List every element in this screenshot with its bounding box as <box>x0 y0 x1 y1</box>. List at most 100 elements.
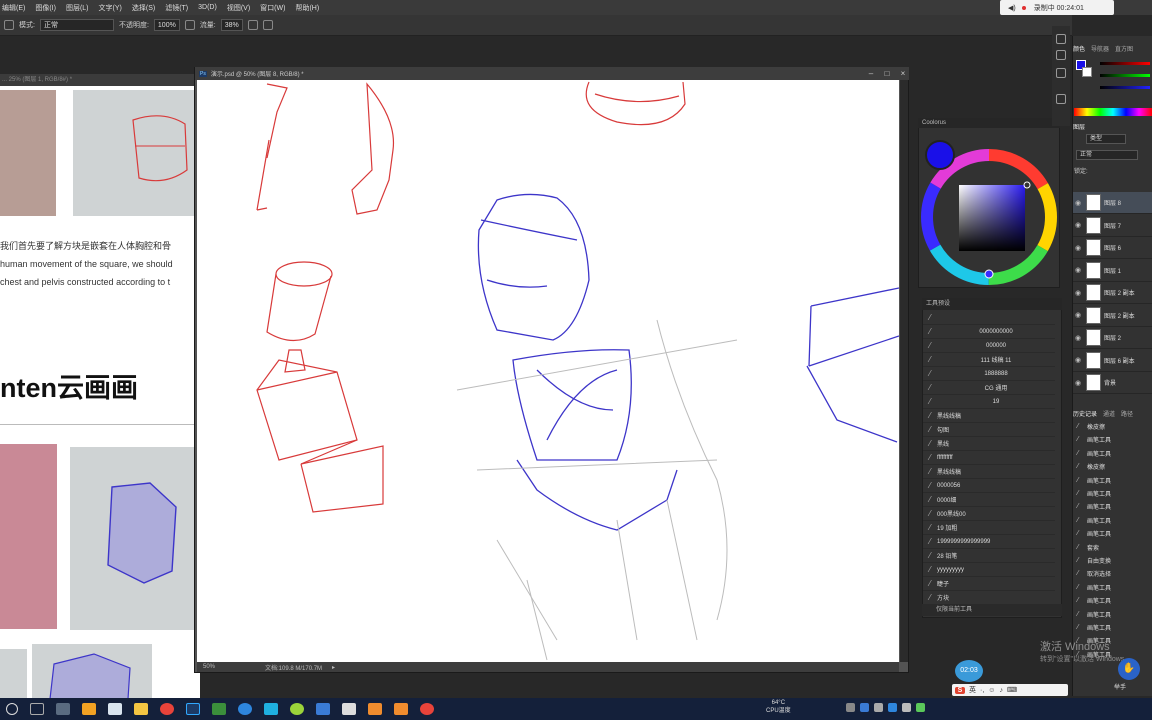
preset-item[interactable]: ⁄ 0000056 <box>923 479 1055 493</box>
layer-kind-filter[interactable]: 类型 <box>1086 134 1126 144</box>
ime-emoji-icon[interactable]: ☺ <box>988 687 995 694</box>
tab-paths[interactable]: 路径 <box>1121 409 1133 419</box>
menu-window[interactable]: 窗口(W) <box>260 3 285 13</box>
visibility-eye-icon[interactable]: ◉ <box>1073 311 1083 319</box>
green-slider[interactable] <box>1100 74 1150 77</box>
mode-select[interactable]: 正常 <box>39 19 114 31</box>
ime-punct-icon[interactable]: ·, <box>980 687 984 694</box>
blend-mode-select[interactable]: 正常 <box>1076 150 1138 160</box>
layer-row[interactable]: ◉ 图层 8 <box>1073 192 1152 214</box>
history-item[interactable]: ⁄ 画笔工具 <box>1073 433 1152 446</box>
layer-row[interactable]: ◉ 图层 2 <box>1073 327 1152 349</box>
tray-icon-4[interactable] <box>888 703 897 712</box>
app-green-icon[interactable] <box>290 703 304 715</box>
preset-item[interactable]: ⁄ yyyyyyyyy <box>923 563 1055 577</box>
layer-row[interactable]: ◉ 图层 6 <box>1073 237 1152 259</box>
menu-view[interactable]: 视图(V) <box>227 3 250 13</box>
app-orange-2-icon[interactable] <box>394 703 408 715</box>
preset-item[interactable]: ⁄ 000黑线00 <box>923 507 1055 521</box>
drawing-canvas[interactable] <box>197 80 899 662</box>
history-item[interactable]: ⁄ 画笔工具 <box>1073 474 1152 487</box>
app-v-icon[interactable] <box>264 703 278 715</box>
tab-layers[interactable]: 图层 <box>1073 122 1085 132</box>
preset-item[interactable]: ⁄ ffffffffff <box>923 451 1055 465</box>
menu-layer[interactable]: 图层(L) <box>66 3 89 13</box>
ime-toolbar[interactable]: S 英 ·, ☺ ♪ ⌨ <box>952 684 1068 696</box>
history-icon[interactable] <box>1056 34 1066 44</box>
opacity-input[interactable]: 100% <box>153 19 180 31</box>
preset-item[interactable]: ⁄ 0000细 <box>923 493 1055 507</box>
presets-footer[interactable]: 仅限当前工具 <box>922 604 1062 616</box>
visibility-eye-icon[interactable]: ◉ <box>1073 289 1083 297</box>
visibility-eye-icon[interactable]: ◉ <box>1073 221 1083 229</box>
history-item[interactable]: ⁄ 画笔工具 <box>1073 594 1152 607</box>
recorder-widget[interactable]: ◀) 录制中 00:24:01 <box>1000 0 1114 15</box>
layer-row[interactable]: ◉ 背景 <box>1073 372 1152 394</box>
history-item[interactable]: ⁄ 画笔工具 <box>1073 487 1152 500</box>
tray-icon-5[interactable] <box>902 703 911 712</box>
maximize-icon[interactable]: □ <box>881 69 893 78</box>
close-icon[interactable]: × <box>897 69 909 78</box>
tray-icon-2[interactable] <box>860 703 869 712</box>
layer-row[interactable]: ◉ 图层 1 <box>1073 260 1152 282</box>
app-blue-icon[interactable] <box>316 703 330 715</box>
history-item[interactable]: ⁄ 画笔工具 <box>1073 621 1152 634</box>
brush-icon[interactable] <box>1056 68 1066 78</box>
tray-icon-3[interactable] <box>874 703 883 712</box>
raise-hand-icon[interactable]: ✋ <box>1118 658 1140 680</box>
history-item[interactable]: ⁄ 画笔工具 <box>1073 500 1152 513</box>
canvas-vertical-scrollbar[interactable] <box>900 80 908 662</box>
app-pen-icon[interactable] <box>56 703 70 715</box>
menu-filter[interactable]: 滤镜(T) <box>165 3 188 13</box>
visibility-eye-icon[interactable]: ◉ <box>1073 334 1083 342</box>
preset-item[interactable]: ⁄ 黑线线稿 <box>923 409 1055 423</box>
brush-preset-icon[interactable] <box>4 20 14 30</box>
tool-presets-title[interactable]: 工具预设 <box>922 298 1062 310</box>
history-item[interactable]: ⁄ 橡皮擦 <box>1073 460 1152 473</box>
flow-input[interactable]: 38% <box>220 19 243 31</box>
tab-color[interactable]: 颜色 <box>1073 44 1085 54</box>
media-player-icon[interactable] <box>212 703 226 715</box>
preset-item[interactable]: ⁄ 方块 <box>923 591 1055 605</box>
history-item[interactable]: ⁄ 画笔工具 <box>1073 608 1152 621</box>
browser-icon[interactable] <box>238 703 252 715</box>
menu-edit[interactable]: 编辑(E) <box>2 3 25 13</box>
layer-row[interactable]: ◉ 图层 2 副本 <box>1073 305 1152 327</box>
preset-item[interactable]: ⁄ <box>923 311 1055 325</box>
preset-item[interactable]: ⁄ 111 线稿 11 <box>923 353 1055 367</box>
photoshop-taskbar-icon[interactable] <box>186 703 200 715</box>
tab-history[interactable]: 历史记录 <box>1073 409 1097 419</box>
tab-navigator[interactable]: 导航器 <box>1091 44 1109 54</box>
app-red-circle-icon[interactable] <box>420 703 434 715</box>
app-store-icon[interactable] <box>82 703 96 715</box>
history-item[interactable]: ⁄ 取消选择 <box>1073 567 1152 580</box>
preset-item[interactable]: ⁄ 28 铅笔 <box>923 549 1055 563</box>
settings-gear-icon[interactable] <box>342 703 356 715</box>
preset-item[interactable]: ⁄ 睫子 <box>923 577 1055 591</box>
menu-select[interactable]: 选择(S) <box>132 3 155 13</box>
status-arrow-icon[interactable]: ▸ <box>332 664 335 671</box>
preset-item[interactable]: ⁄ 1999999999999999 <box>923 535 1055 549</box>
primary-color-swatch[interactable] <box>925 140 955 170</box>
menu-help[interactable]: 帮助(H) <box>295 3 319 13</box>
menu-image[interactable]: 图像(I) <box>35 3 56 13</box>
preset-item[interactable]: ⁄ 19 加粗 <box>923 521 1055 535</box>
tab-channels[interactable]: 通道 <box>1103 409 1115 419</box>
visibility-eye-icon[interactable]: ◉ <box>1073 199 1083 207</box>
red-slider[interactable] <box>1100 62 1150 65</box>
history-item[interactable]: ⁄ 画笔工具 <box>1073 527 1152 540</box>
tab-histogram[interactable]: 直方图 <box>1115 44 1133 54</box>
app-orange-icon[interactable] <box>368 703 382 715</box>
preset-item[interactable]: ⁄ 勾图 <box>923 423 1055 437</box>
pressure-opacity-icon[interactable] <box>184 20 195 30</box>
ime-language[interactable]: 英 <box>969 685 976 695</box>
timer-badge[interactable]: 02:03 <box>955 660 983 682</box>
app-window-icon[interactable] <box>108 703 122 715</box>
history-item[interactable]: ⁄ 画笔工具 <box>1073 581 1152 594</box>
history-item[interactable]: ⁄ 套索 <box>1073 541 1152 554</box>
preset-item[interactable]: ⁄ 000000 <box>923 339 1055 353</box>
visibility-eye-icon[interactable]: ◉ <box>1073 244 1083 252</box>
preset-item[interactable]: ⁄ CG 通用 <box>923 381 1055 395</box>
menu-3d[interactable]: 3D(D) <box>198 4 217 11</box>
ime-keyboard-icon[interactable]: ⌨ <box>1007 686 1017 694</box>
